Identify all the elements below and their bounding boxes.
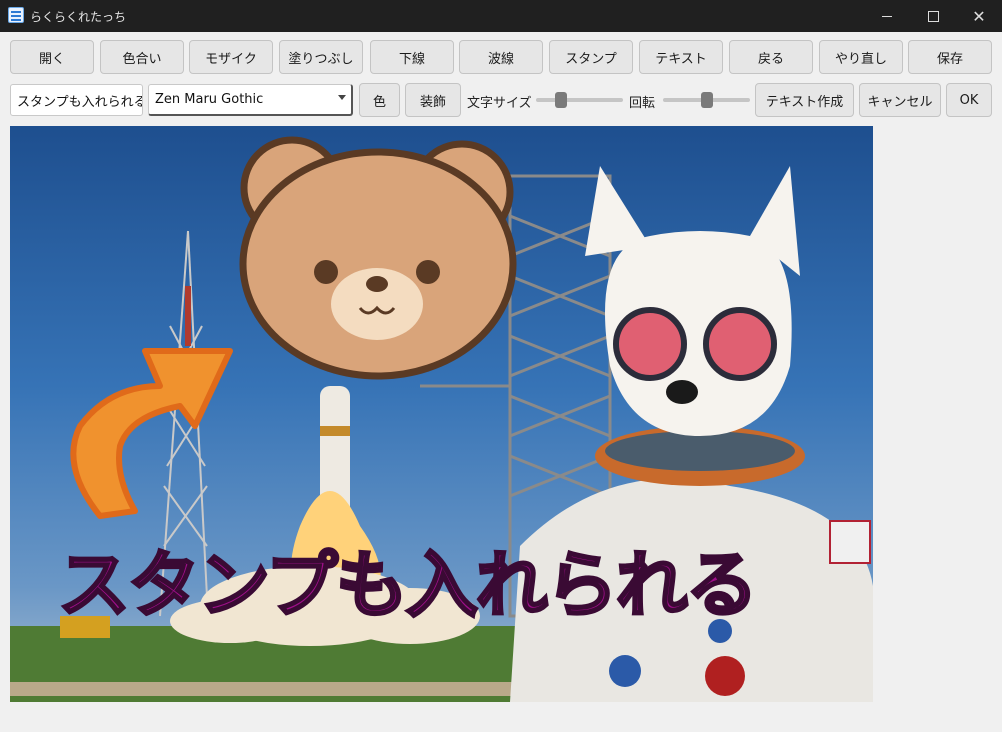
title-bar: らくらくれたっち ✕ — [0, 0, 1002, 32]
ok-button[interactable]: OK — [946, 83, 992, 117]
create-text-button[interactable]: テキスト作成 — [755, 83, 854, 117]
hue-button[interactable]: 色合い — [100, 40, 184, 74]
redo-button[interactable]: やり直し — [819, 40, 903, 74]
undo-button[interactable]: 戻る — [729, 40, 813, 74]
font-select-value: Zen Maru Gothic — [155, 92, 264, 107]
color-button[interactable]: 色 — [359, 83, 400, 117]
rotation-slider[interactable] — [663, 92, 750, 108]
font-select[interactable]: Zen Maru Gothic — [148, 84, 353, 116]
underline-button[interactable]: 下線 — [370, 40, 454, 74]
image-canvas[interactable]: スタンプも入れられる — [10, 126, 873, 702]
bear-face-icon — [239, 136, 517, 380]
font-size-label: 文字サイズ — [467, 96, 532, 111]
rotation-slider-thumb[interactable] — [700, 92, 713, 108]
curved-arrow-icon — [70, 348, 233, 519]
maximize-icon[interactable] — [910, 0, 956, 32]
wavy-line-button[interactable]: 波線 — [459, 40, 543, 74]
fill-button[interactable]: 塗りつぶし — [279, 40, 363, 74]
text-input[interactable]: スタンプも入れられる — [10, 84, 143, 116]
text-button[interactable]: テキスト — [639, 40, 723, 74]
open-button[interactable]: 開く — [10, 40, 94, 74]
cancel-button[interactable]: キャンセル — [859, 83, 941, 117]
left-tower-top — [185, 286, 191, 346]
minimize-icon[interactable] — [864, 0, 910, 32]
canvas-overlay-text[interactable]: スタンプも入れられる — [57, 526, 760, 631]
mosaic-button[interactable]: モザイク — [189, 40, 273, 74]
stamp-button[interactable]: スタンプ — [549, 40, 633, 74]
font-size-slider[interactable] — [536, 92, 623, 108]
rotation-label: 回転 — [629, 96, 656, 111]
font-size-slider-thumb[interactable] — [554, 92, 567, 108]
save-button[interactable]: 保存 — [908, 40, 992, 74]
decoration-button[interactable]: 装飾 — [405, 83, 461, 117]
chevron-down-icon — [338, 95, 346, 100]
close-icon[interactable]: ✕ — [956, 0, 1002, 32]
app-icon — [8, 7, 24, 23]
window-title: らくらくれたっち — [30, 10, 127, 24]
